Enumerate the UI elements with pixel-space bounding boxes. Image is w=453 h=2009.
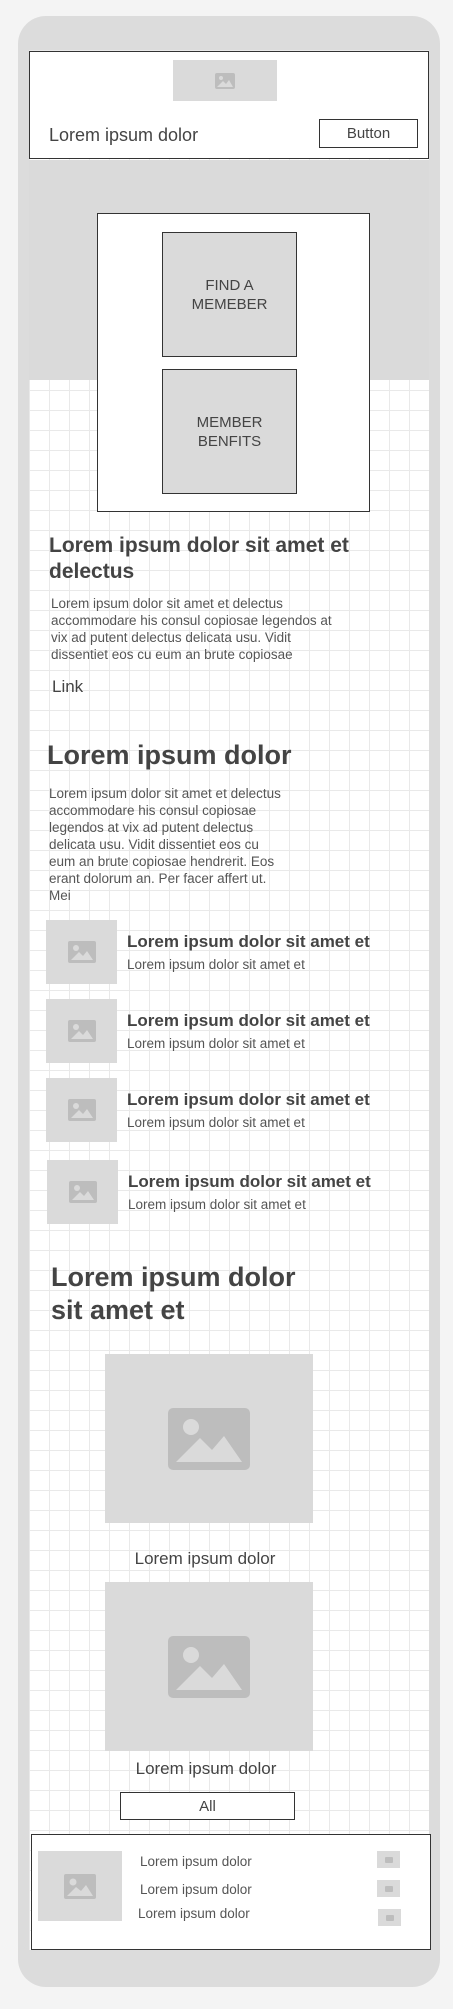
body-line: Lorem ipsum dolor sit amet et delectus — [51, 596, 283, 611]
gallery-caption: Lorem ipsum dolor — [134, 1549, 276, 1568]
gallery-caption: Lorem ipsum dolor — [135, 1759, 277, 1778]
body-line: accommodare his consul copiosae — [49, 803, 257, 818]
list-item-subtitle: Lorem ipsum dolor sit amet et — [127, 957, 305, 972]
footer-link[interactable]: Lorem ipsum dolor — [140, 1854, 252, 1869]
gallery-heading-line2: sit amet et — [51, 1295, 185, 1325]
body-line: vix ad putent delectus delicata usu. Vid… — [51, 630, 291, 645]
footer-social-icon[interactable] — [377, 1851, 400, 1868]
body-line: Mei — [49, 888, 71, 903]
intro-heading-line1: Lorem ipsum dolor sit amet et — [49, 534, 349, 557]
member-benefits-tile[interactable]: MEMBER BENFITS — [162, 369, 297, 494]
tile-label-line1: MEMBER — [196, 413, 263, 431]
intro-link[interactable]: Link — [52, 677, 83, 697]
list-item-title[interactable]: Lorem ipsum dolor sit amet et — [128, 1172, 371, 1192]
tile-label-line2: BENFITS — [197, 432, 262, 450]
all-button[interactable]: All — [120, 1792, 295, 1820]
footer-social-icon[interactable] — [377, 1880, 400, 1897]
intro-body: Lorem ipsum dolor sit amet et delectus a… — [51, 595, 371, 663]
body-line: erant dolorum an. Per facer affert ut. — [49, 871, 267, 886]
footer-image-icon — [38, 1851, 122, 1921]
intro-heading: Lorem ipsum dolor sit amet et delectus — [49, 533, 429, 585]
gallery-heading: Lorem ipsum dolor sit amet et — [51, 1261, 296, 1327]
section-body: Lorem ipsum dolor sit amet et delectus a… — [49, 785, 369, 904]
header-title: Lorem ipsum dolor — [49, 125, 199, 145]
body-line: accommodare his consul copiosae legendos… — [51, 613, 332, 628]
list-item-thumbnail-icon — [46, 999, 117, 1063]
body-line: legendos at vix ad putent delectus — [49, 820, 254, 835]
list-item-subtitle: Lorem ipsum dolor sit amet et — [127, 1036, 305, 1051]
section-heading: Lorem ipsum dolor — [47, 740, 292, 770]
list-item-thumbnail-icon — [46, 1078, 117, 1142]
body-line: eum an brute copiosae hendrerit. Eos — [49, 854, 275, 869]
body-line: delicata usu. Vidit dissentiet eos cu — [49, 837, 259, 852]
logo-image-icon — [173, 60, 277, 101]
body-line: Lorem ipsum dolor sit amet et delectus — [49, 786, 281, 801]
footer-link[interactable]: Lorem ipsum dolor — [140, 1882, 252, 1897]
intro-heading-line2: delectus — [49, 560, 135, 583]
gallery-image-icon[interactable] — [105, 1582, 313, 1751]
tile-label-line2: MEMEBER — [191, 295, 268, 313]
list-item-subtitle: Lorem ipsum dolor sit amet et — [127, 1115, 305, 1130]
footer-social-icon[interactable] — [378, 1909, 401, 1926]
gallery-image-icon[interactable] — [105, 1354, 313, 1523]
list-item-title[interactable]: Lorem ipsum dolor sit amet et — [127, 1011, 370, 1031]
body-line: dissentiet eos cu eum an brute copiosae — [51, 647, 293, 662]
list-item-subtitle: Lorem ipsum dolor sit amet et — [128, 1197, 306, 1212]
list-item-title[interactable]: Lorem ipsum dolor sit amet et — [127, 1090, 370, 1110]
header-button[interactable]: Button — [319, 119, 418, 148]
find-member-tile[interactable]: FIND A MEMEBER — [162, 232, 297, 357]
list-item-thumbnail-icon — [46, 920, 117, 984]
tile-label-line1: FIND A — [205, 276, 254, 294]
list-item-title[interactable]: Lorem ipsum dolor sit amet et — [127, 932, 370, 952]
gallery-heading-line1: Lorem ipsum dolor — [51, 1262, 296, 1292]
footer-link[interactable]: Lorem ipsum dolor — [138, 1906, 250, 1921]
list-item-thumbnail-icon — [47, 1160, 118, 1224]
